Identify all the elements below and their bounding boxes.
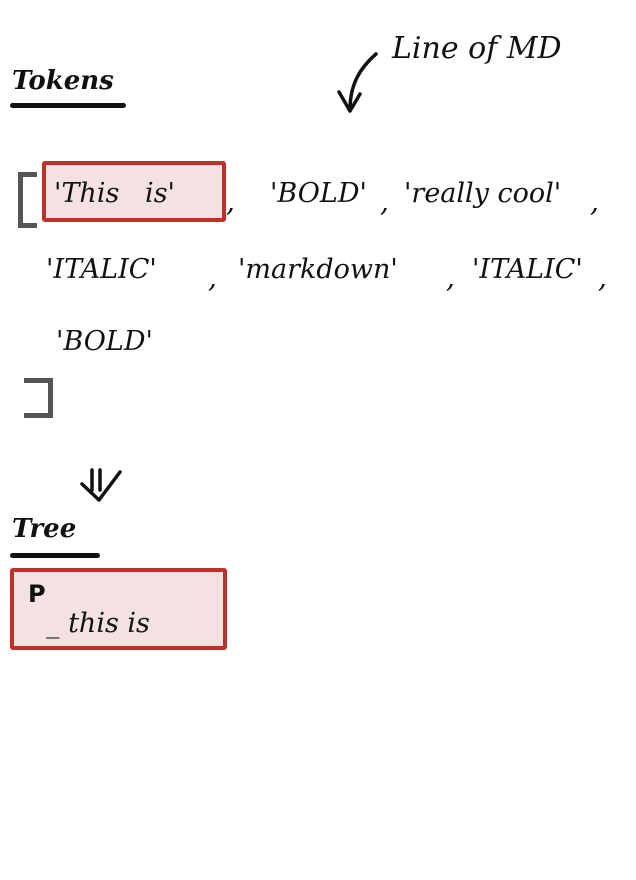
- line-of-md-annotation: Line of MD: [392, 31, 562, 66]
- close-bracket: [24, 378, 53, 418]
- comma: ,: [226, 185, 235, 218]
- open-bracket: [18, 172, 37, 228]
- tokens-heading-underline: [10, 103, 126, 108]
- tree-node-label: P: [28, 580, 46, 608]
- token-bold-2: 'BOLD': [56, 326, 153, 357]
- token-bold-1: 'BOLD': [270, 178, 367, 209]
- tree-child-text: _ this is: [46, 608, 150, 639]
- double-down-arrow-icon: [80, 468, 122, 502]
- tree-heading: Tree: [12, 514, 77, 544]
- curved-arrow-icon: [337, 52, 378, 113]
- token-markdown: 'markdown': [238, 254, 398, 285]
- token-italic-1: 'ITALIC': [46, 254, 157, 285]
- tree-heading-underline: [10, 553, 100, 558]
- comma: ,: [208, 261, 217, 294]
- token-italic-2: 'ITALIC': [472, 254, 583, 285]
- token-this-is: 'This is': [54, 178, 175, 209]
- tokens-heading: Tokens: [12, 66, 114, 96]
- token-really-cool: 'really cool': [404, 178, 562, 209]
- comma: ,: [380, 185, 389, 218]
- comma: ,: [446, 261, 455, 294]
- comma: ,: [598, 261, 607, 294]
- comma: ,: [590, 185, 599, 218]
